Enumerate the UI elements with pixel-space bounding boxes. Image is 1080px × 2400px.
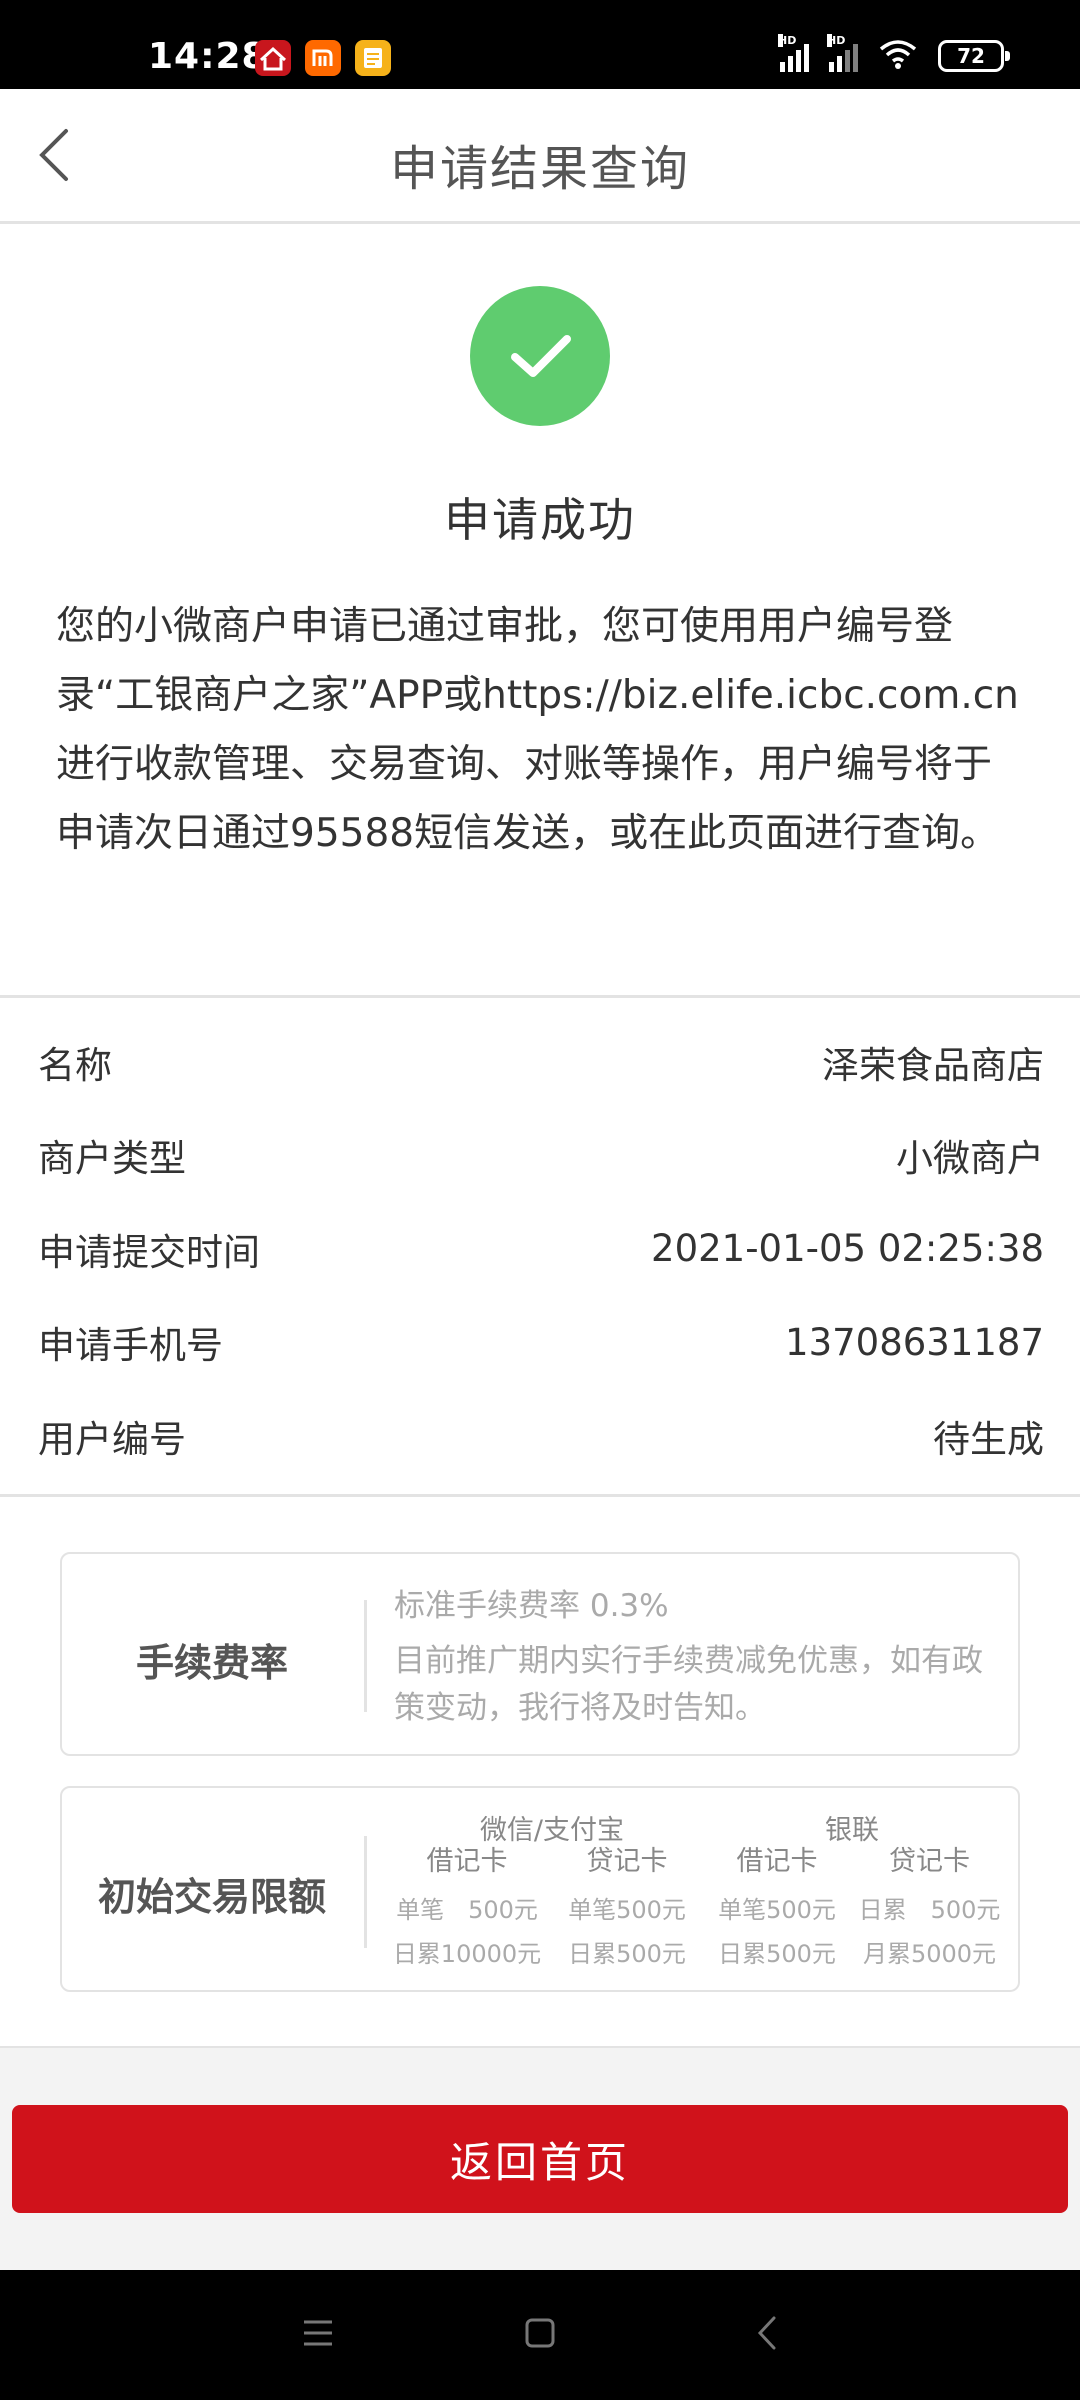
limit-single: 日累 500元 <box>858 1896 1001 1924</box>
application-info-list: 名称 泽荣食品商店 商户类型 小微商户 申请提交时间 2021-01-05 02… <box>38 1015 1044 1483</box>
info-row-user-id: 用户编号 待生成 <box>38 1389 1044 1483</box>
info-value: 13708631187 <box>785 1320 1044 1364</box>
limit-column: 借记卡 单笔500元 日累500元 <box>702 1844 852 1976</box>
info-label: 用户编号 <box>38 1417 186 1461</box>
success-check-icon <box>470 286 610 426</box>
limit-column-header: 贷记卡 <box>889 1846 970 1877</box>
fee-rate-value: 标准手续费率 0.3% <box>394 1588 669 1624</box>
page-header: 申请结果查询 <box>0 89 1080 224</box>
limit-single: 单笔 500元 <box>396 1896 538 1924</box>
info-label: 申请手机号 <box>38 1324 223 1368</box>
home-square-icon[interactable] <box>525 2318 555 2348</box>
limit-group-wechat-alipay: 微信/支付宝 <box>479 1815 625 1846</box>
return-home-button[interactable]: 返回首页 <box>12 2105 1068 2213</box>
info-value: 待生成 <box>933 1417 1044 1461</box>
fee-rate-card: 手续费率 标准手续费率 0.3% 目前推广期内实行手续费减免优惠，如有政策变动，… <box>60 1552 1020 1756</box>
mi-app-icon <box>305 40 341 76</box>
battery-indicator: 72 <box>938 40 1010 72</box>
limit-column-header: 借记卡 <box>736 1846 818 1877</box>
divider <box>0 995 1080 998</box>
limit-group-unionpay: 银联 <box>825 1815 879 1846</box>
fee-rate-note: 目前推广期内实行手续费减免优惠，如有政策变动，我行将及时告知。 <box>394 1643 983 1726</box>
info-value: 泽荣食品商店 <box>822 1043 1044 1087</box>
info-value: 小微商户 <box>896 1137 1044 1181</box>
divider <box>0 1494 1080 1497</box>
transaction-limit-card: 初始交易限额 微信/支付宝 银联 借记卡 单笔 500元 日累10000元 贷记… <box>60 1786 1020 1992</box>
limit-column-header: 借记卡 <box>426 1846 508 1877</box>
info-row-submit-time: 申请提交时间 2021-01-05 02:25:38 <box>38 1202 1044 1296</box>
info-row-phone: 申请手机号 13708631187 <box>38 1296 1044 1390</box>
limit-single: 单笔500元 <box>718 1896 836 1924</box>
card-divider <box>364 1836 367 1948</box>
limit-daily: 月累5000元 <box>862 1940 997 1968</box>
status-time: 14:28 <box>148 36 268 77</box>
back-triangle-icon[interactable] <box>752 2315 782 2351</box>
success-title: 申请成功 <box>444 493 636 547</box>
card-divider <box>364 1600 367 1712</box>
info-label: 申请提交时间 <box>38 1230 260 1274</box>
limit-daily: 日累10000元 <box>392 1940 542 1968</box>
menu-icon[interactable] <box>302 2318 334 2348</box>
limit-column: 贷记卡 日累 500元 月累5000元 <box>857 1844 1002 1976</box>
wifi-icon <box>878 38 918 74</box>
info-row-merchant-type: 商户类型 小微商户 <box>38 1109 1044 1203</box>
status-app-icons <box>255 40 391 76</box>
limit-column: 贷记卡 单笔500元 日累500元 <box>557 1844 697 1976</box>
status-bar: 14:28 HD HD 72 <box>0 0 1080 89</box>
limit-daily: 日累500元 <box>718 1940 836 1968</box>
limit-column: 借记卡 单笔 500元 日累10000元 <box>392 1844 542 1976</box>
house-app-icon <box>255 40 291 76</box>
transaction-limit-label: 初始交易限额 <box>97 1875 326 1919</box>
fee-rate-label: 手续费率 <box>135 1641 288 1685</box>
info-label: 商户类型 <box>38 1137 186 1181</box>
status-indicators: HD HD 72 <box>778 34 1010 74</box>
info-label: 名称 <box>38 1043 112 1087</box>
system-navigation-bar <box>0 2270 1080 2400</box>
limit-column-header: 贷记卡 <box>586 1846 668 1877</box>
cellular-signal-icon: HD <box>827 34 858 72</box>
info-value: 2021-01-05 02:25:38 <box>651 1227 1044 1271</box>
page-title: 申请结果查询 <box>389 141 690 197</box>
success-description: 您的小微商户申请已通过审批，您可使用用户编号登录“工银商户之家”APP或http… <box>56 604 1019 856</box>
limit-daily: 日累500元 <box>568 1940 686 1968</box>
notes-app-icon <box>355 40 391 76</box>
info-row-name: 名称 泽荣食品商店 <box>38 1015 1044 1109</box>
cellular-signal-icon: HD <box>778 34 809 72</box>
limit-single: 单笔500元 <box>568 1896 686 1924</box>
